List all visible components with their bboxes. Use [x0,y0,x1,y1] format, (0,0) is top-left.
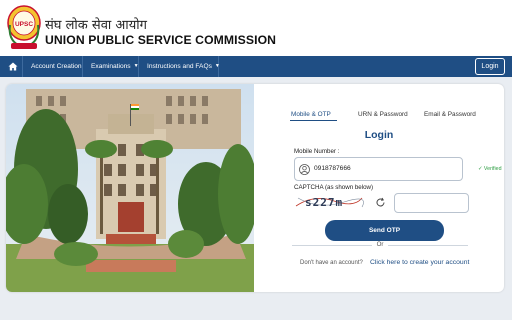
send-otp-button[interactable]: Send OTP [325,220,444,241]
captcha-image: s227m [294,192,364,213]
captcha-input[interactable] [394,193,469,213]
captcha-text: s227m [305,196,344,209]
caret-down-icon: ▼ [214,63,220,69]
nav-account-creation-label: Account Creation [31,63,82,70]
nav-examinations[interactable]: Examinations ▼ [83,56,139,77]
login-card: Mobile & OTP URN & Password Email & Pass… [6,84,504,292]
mobile-number-label: Mobile Number : [294,148,340,155]
tab-mobile-otp[interactable]: Mobile & OTP [291,111,331,118]
or-text: Or [372,241,388,248]
hindi-title: संघ लोक सेवा आयोग [45,18,147,33]
english-title: UNION PUBLIC SERVICE COMMISSION [45,33,277,47]
caret-down-icon: ▼ [133,63,139,69]
svg-text:UPSC: UPSC [15,21,33,28]
active-tab-indicator [290,120,337,121]
tab-email-password[interactable]: Email & Password [424,111,476,118]
nav-examinations-label: Examinations [91,63,131,70]
main-navbar: Account Creation Examinations ▼ Instructi… [0,56,512,77]
home-nav-button[interactable] [3,56,23,77]
tab-urn-password[interactable]: URN & Password [358,111,408,118]
header-login-button[interactable]: Login [475,58,505,75]
upsc-building-photo [6,84,254,292]
verified-status: ✓ Verified [478,166,502,172]
refresh-captcha-icon[interactable] [375,197,386,208]
no-account-text: Don't have an account? [300,260,363,266]
upsc-emblem-logo: UPSC [7,5,41,49]
user-icon [299,164,310,175]
home-icon [8,62,17,71]
nav-account-creation[interactable]: Account Creation [23,56,83,77]
login-title: Login [364,129,394,141]
nav-instructions-faqs[interactable]: Instructions and FAQs ▼ [139,56,220,77]
site-header: UPSC संघ लोक सेवा आयोग UNION PUBLIC SERV… [0,0,512,56]
mobile-number-input[interactable]: 0918787666 [294,157,463,181]
create-account-link[interactable]: Click here to create your account [370,259,469,266]
mobile-number-value: 0918787666 [314,165,351,172]
captcha-label: CAPTCHA (as shown below) [294,184,374,191]
login-panel: Mobile & OTP URN & Password Email & Pass… [254,84,504,292]
nav-instructions-label: Instructions and FAQs [147,63,212,70]
